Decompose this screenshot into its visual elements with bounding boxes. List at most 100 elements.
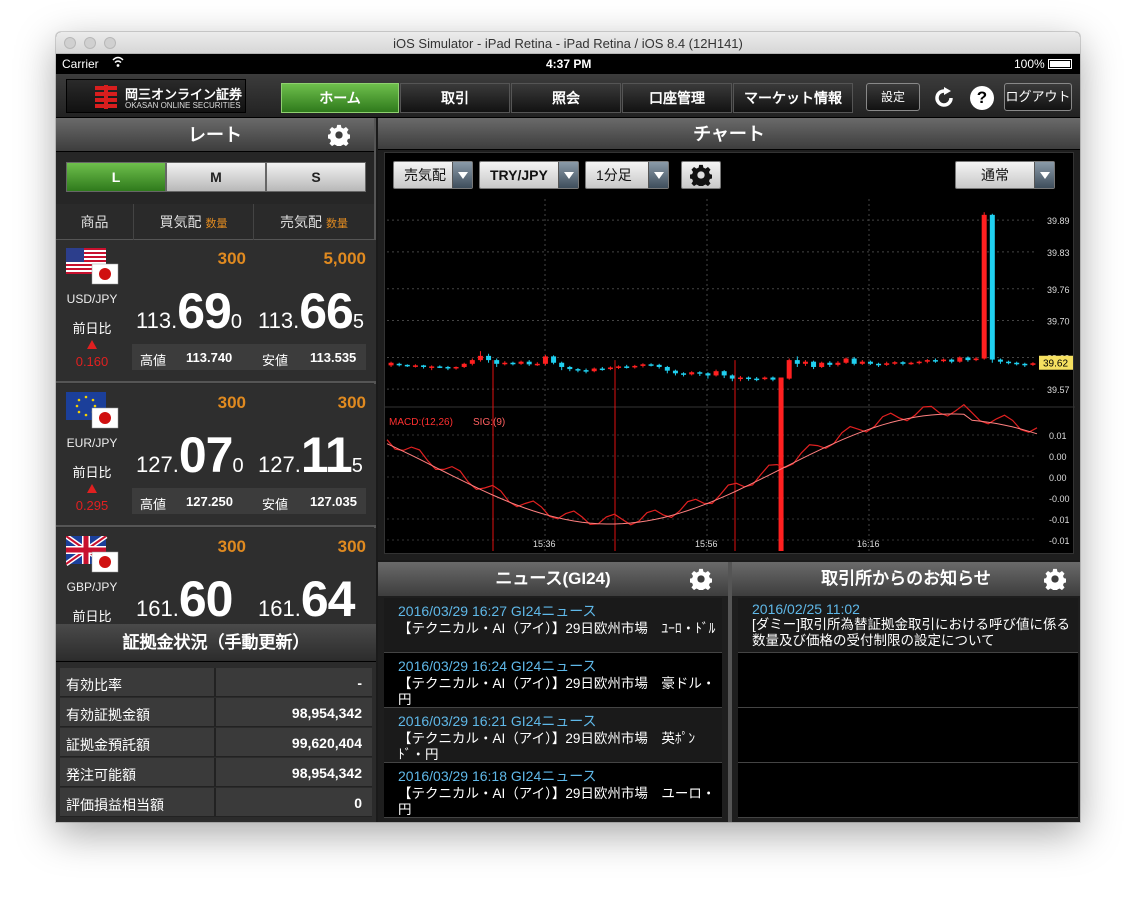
- up-arrow-icon: [87, 484, 97, 493]
- candle-body: [445, 366, 451, 369]
- candle-body: [989, 214, 995, 360]
- notice-item[interactable]: 2016/02/25 11:02 [ダミー]取引所為替証拠金取引における呼び値に係…: [738, 598, 1078, 653]
- rate-row-gbpjpy[interactable]: GBP/JPY 前日比 300 300 161.60 161.64: [56, 528, 376, 624]
- pair-label: EUR/JPY: [66, 436, 118, 450]
- candle-body: [502, 362, 508, 365]
- window-titlebar: iOS Simulator - iPad Retina - iPad Retin…: [56, 32, 1080, 54]
- candle-body: [494, 360, 500, 364]
- bid-price[interactable]: 161.60: [136, 570, 233, 624]
- news-header: ニュース(GI24): [378, 562, 728, 596]
- margin-row: 有効比率 -: [60, 668, 372, 697]
- wifi-icon: [112, 56, 124, 71]
- time-tick-label: 16:16: [857, 539, 880, 549]
- signal-line: [386, 413, 1038, 525]
- side-select[interactable]: 売気配: [393, 161, 473, 189]
- candle-body: [794, 360, 800, 364]
- help-icon[interactable]: ?: [970, 86, 994, 110]
- chart-panel: チャート 売気配 TRY/JPY 1分足 通常 39.89 39.83 39.76 3…: [378, 118, 1080, 560]
- candle-body: [811, 361, 817, 367]
- size-m-button[interactable]: M: [166, 162, 266, 192]
- logout-button[interactable]: ログアウト: [1004, 83, 1072, 111]
- bid-quantity: 300: [217, 537, 246, 556]
- ask-price[interactable]: 161.64: [258, 570, 355, 624]
- low-value: 113.535: [310, 350, 357, 365]
- margin-status-panel: 証拠金状況（手動更新） 有効比率 - 有効証拠金額 98,954,342 証拠金預託…: [56, 624, 376, 822]
- size-l-button[interactable]: L: [66, 162, 166, 192]
- okasan-logo-mark-icon: [95, 85, 117, 109]
- change-label: 前日比: [72, 609, 112, 624]
- tab-market-info[interactable]: マーケット情報: [733, 83, 853, 113]
- size-s-button[interactable]: S: [266, 162, 366, 192]
- candle-body: [778, 378, 784, 381]
- ask-price[interactable]: 113.665: [258, 282, 364, 340]
- candle-body: [754, 378, 760, 381]
- refresh-icon[interactable]: [932, 86, 956, 110]
- candle-body: [965, 357, 971, 361]
- bid-price[interactable]: 127.070: [136, 426, 244, 484]
- rate-column-header: 商品 買気配 数量 売気配 数量: [56, 204, 374, 240]
- candle-body: [827, 362, 833, 365]
- tab-trade[interactable]: 取引: [400, 83, 510, 113]
- news-settings-gear-icon[interactable]: [690, 568, 712, 590]
- tab-home[interactable]: ホーム: [281, 83, 399, 113]
- gbp-jpy-flag-icon: [66, 536, 119, 573]
- chart-area[interactable]: 売気配 TRY/JPY 1分足 通常 39.89 39.83 39.76 39.70 3…: [384, 152, 1075, 554]
- candle-body: [412, 365, 418, 367]
- candle-body: [656, 364, 662, 367]
- chart-title: チャート: [378, 118, 1080, 150]
- settings-button[interactable]: 設定: [866, 83, 920, 111]
- candle-body: [705, 373, 711, 376]
- eur-jpy-flag-icon: [66, 392, 119, 429]
- candle-body: [461, 363, 467, 367]
- candle-body: [518, 361, 524, 364]
- tab-inquiry[interactable]: 照会: [511, 83, 621, 113]
- news-item[interactable]: 2016/03/29 16:24 GI24ニュース 【テクニカル・AI（アイ）】2…: [384, 653, 722, 708]
- chart-mode-select[interactable]: 通常: [955, 161, 1055, 189]
- candle-body: [437, 366, 443, 368]
- ask-quantity: 300: [337, 393, 366, 412]
- ask-price[interactable]: 127.115: [258, 426, 363, 484]
- bid-price[interactable]: 113.690: [136, 282, 242, 340]
- candle-body: [908, 362, 914, 365]
- chart-settings-button[interactable]: [681, 161, 721, 189]
- candle-body: [534, 363, 540, 366]
- news-item[interactable]: 2016/03/29 16:21 GI24ニュース 【テクニカル・AI（アイ）】2…: [384, 708, 722, 763]
- candle-body: [689, 372, 695, 375]
- margin-row: 有効証拠金額 98,954,342: [60, 698, 372, 727]
- notice-empty-row: [738, 708, 1078, 763]
- last-price-label: 39.62: [1043, 359, 1068, 370]
- rate-row-eurjpy[interactable]: EUR/JPY 前日比 0.295 300 300 127.070 127.11…: [56, 384, 376, 527]
- margin-status-title[interactable]: 証拠金状況（手動更新）: [56, 624, 376, 662]
- candle-body: [632, 365, 638, 368]
- chevron-down-icon: [558, 162, 578, 188]
- symbol-select[interactable]: TRY/JPY: [479, 161, 579, 189]
- candle-body: [876, 363, 882, 366]
- rate-row-usdjpy[interactable]: USD/JPY 前日比 0.160 300 5,000 113.690 113.…: [56, 240, 376, 383]
- candle-body: [421, 365, 427, 367]
- candle-body: [932, 360, 938, 362]
- candle-body: [388, 362, 394, 366]
- candle-body: [583, 370, 589, 372]
- candle-body: [681, 373, 687, 375]
- notice-settings-gear-icon[interactable]: [1044, 568, 1066, 590]
- tab-account[interactable]: 口座管理: [622, 83, 732, 113]
- news-item[interactable]: 2016/03/29 16:27 GI24ニュース 【テクニカル・AI（アイ）】2…: [384, 598, 722, 653]
- sig-label: SIG:(9): [473, 417, 505, 428]
- notice-empty-row: [738, 653, 1078, 708]
- high-value: 113.740: [186, 350, 233, 365]
- news-item[interactable]: 2016/03/29 16:18 GI24ニュース 【テクニカル・AI（アイ）】2…: [384, 763, 722, 818]
- candle-body: [737, 377, 743, 380]
- time-tick-label: 15:56: [695, 539, 718, 549]
- candle-body: [599, 368, 605, 371]
- candle-body: [616, 366, 622, 368]
- candle-body: [672, 370, 678, 374]
- candle-body: [884, 363, 890, 365]
- rate-settings-gear-icon[interactable]: [328, 124, 350, 146]
- usd-jpy-flag-icon: [66, 248, 119, 285]
- interval-select[interactable]: 1分足: [585, 161, 669, 189]
- up-arrow-icon: [87, 340, 97, 349]
- ios-status-bar: Carrier 4:37 PM 100%: [56, 54, 1080, 74]
- candle-body: [607, 367, 613, 370]
- logo-english: OKASAN ONLINE SECURITIES: [125, 101, 241, 110]
- candle-body: [624, 366, 630, 368]
